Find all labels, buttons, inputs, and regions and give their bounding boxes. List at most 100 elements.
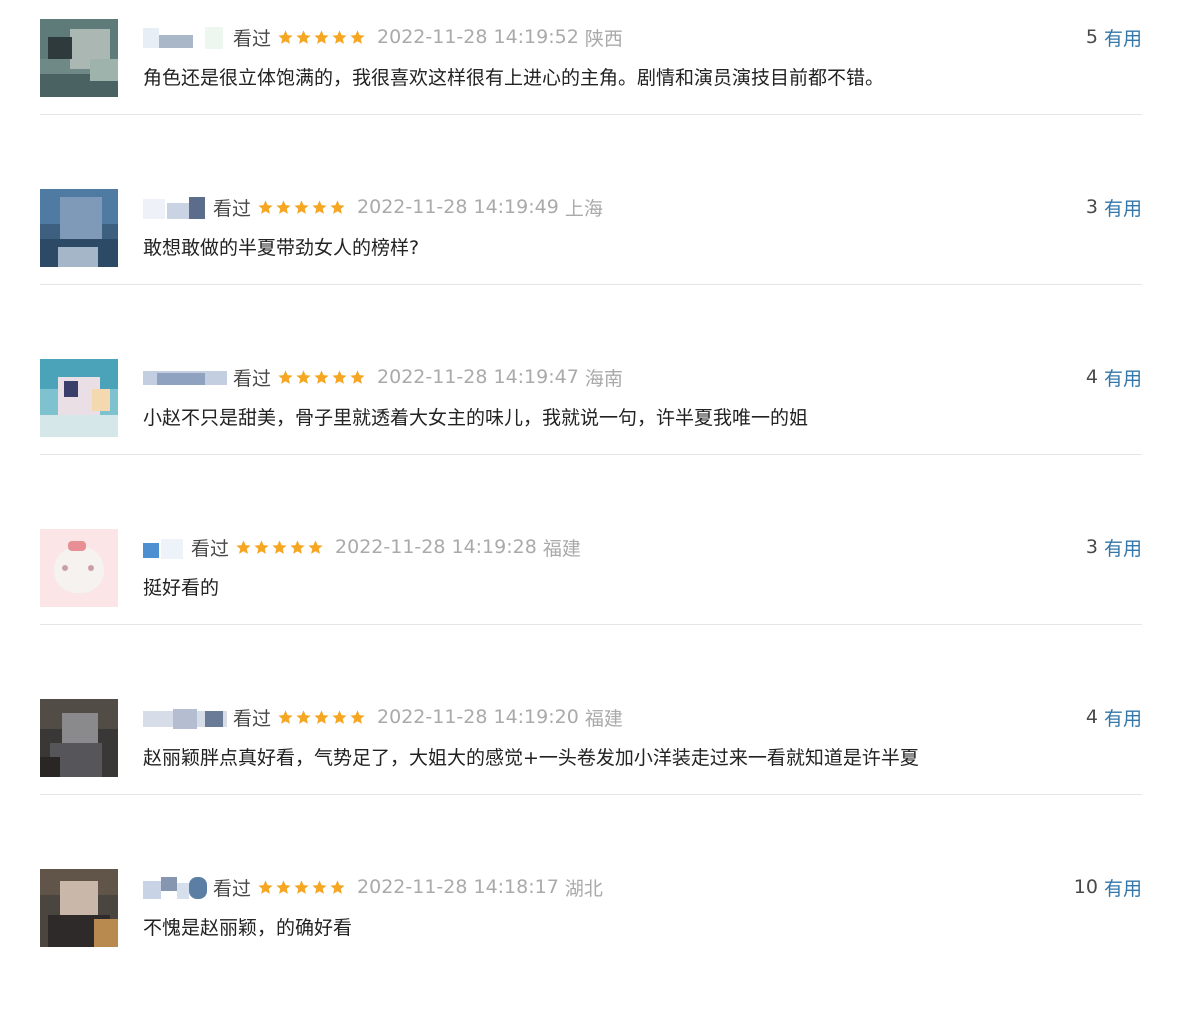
star-icon (307, 539, 324, 556)
votes: 3 有用 (1086, 532, 1142, 562)
useful-button[interactable]: 有用 (1104, 364, 1142, 391)
comment-item: 看过 2022-11-28 14:19:49 上海 3 有用 敢想敢做的半夏带劲… (40, 170, 1142, 340)
rating-stars (257, 879, 347, 896)
avatar[interactable] (40, 699, 118, 777)
star-icon (293, 199, 310, 216)
comment-text: 挺好看的 (143, 577, 220, 599)
star-icon (313, 29, 330, 46)
vote-count: 3 (1085, 196, 1098, 218)
watch-status: 看过 (213, 197, 252, 220)
star-icon (277, 29, 294, 46)
watch-status: 看过 (233, 707, 272, 730)
username[interactable] (143, 535, 185, 559)
comment-text: 不愧是赵丽颖，的确好看 (143, 917, 353, 939)
star-icon (349, 709, 366, 726)
star-icon (349, 369, 366, 386)
star-icon (295, 29, 312, 46)
comment-text: 角色还是很立体饱满的，我很喜欢这样很有上进心的主角。剧情和演员演技目前都不错。 (143, 67, 885, 89)
username[interactable] (143, 25, 227, 49)
star-icon (331, 369, 348, 386)
username[interactable] (143, 195, 207, 219)
divider (40, 454, 1142, 455)
star-icon (289, 539, 306, 556)
comment-meta: 看过 2022-11-28 14:19:28 福建 (143, 532, 581, 562)
star-icon (277, 369, 294, 386)
username[interactable] (143, 705, 227, 729)
comment-time: 2022-11-28 14:19:52 (377, 26, 579, 48)
useful-button[interactable]: 有用 (1104, 24, 1142, 51)
comment-location: 上海 (564, 197, 603, 220)
star-icon (271, 539, 288, 556)
useful-button[interactable]: 有用 (1104, 704, 1142, 731)
vote-count: 4 (1085, 366, 1098, 388)
star-icon (257, 879, 274, 896)
votes: 4 有用 (1086, 702, 1142, 732)
comment-location: 海南 (584, 367, 623, 390)
comment-location: 福建 (584, 707, 623, 730)
comment-location: 陕西 (584, 27, 623, 50)
username[interactable] (143, 365, 227, 389)
avatar[interactable] (40, 19, 118, 97)
star-icon (311, 199, 328, 216)
watch-status: 看过 (191, 537, 230, 560)
comment-item: 看过 2022-11-28 14:19:52 陕西 5 有用 角色还是很立体饱满… (40, 0, 1142, 170)
comment-item: 看过 2022-11-28 14:18:17 湖北 10 有用 不愧是赵丽颖，的… (40, 850, 1142, 1020)
votes: 3 有用 (1086, 192, 1142, 222)
useful-button[interactable]: 有用 (1104, 874, 1142, 901)
vote-count: 3 (1085, 536, 1098, 558)
comment-location: 湖北 (564, 877, 603, 900)
votes: 4 有用 (1086, 362, 1142, 392)
star-icon (311, 879, 328, 896)
username[interactable] (143, 875, 207, 899)
comment-item: 看过 2022-11-28 14:19:47 海南 4 有用 小赵不只是甜美，骨… (40, 340, 1142, 510)
watch-status: 看过 (233, 367, 272, 390)
comment-meta: 看过 2022-11-28 14:19:47 海南 (143, 362, 623, 392)
star-icon (295, 369, 312, 386)
avatar[interactable] (40, 869, 118, 947)
comment-time: 2022-11-28 14:19:49 (357, 196, 559, 218)
star-icon (313, 709, 330, 726)
comment-location: 福建 (542, 537, 581, 560)
useful-button[interactable]: 有用 (1104, 194, 1142, 221)
comment-time: 2022-11-28 14:19:20 (377, 706, 579, 728)
comment-text: 敢想敢做的半夏带劲女人的榜样? (143, 237, 420, 259)
avatar[interactable] (40, 189, 118, 267)
comment-text: 小赵不只是甜美，骨子里就透着大女主的味儿，我就说一句，许半夏我唯一的姐 (143, 407, 809, 429)
rating-stars (277, 29, 367, 46)
comment-meta: 看过 2022-11-28 14:19:20 福建 (143, 702, 623, 732)
rating-stars (277, 369, 367, 386)
comment-time: 2022-11-28 14:19:28 (335, 536, 537, 558)
star-icon (293, 879, 310, 896)
star-icon (313, 369, 330, 386)
divider (40, 284, 1142, 285)
star-icon (275, 199, 292, 216)
rating-stars (257, 199, 347, 216)
useful-button[interactable]: 有用 (1104, 534, 1142, 561)
star-icon (257, 199, 274, 216)
star-icon (331, 29, 348, 46)
avatar[interactable] (40, 359, 118, 437)
star-icon (329, 879, 346, 896)
star-icon (277, 709, 294, 726)
watch-status: 看过 (233, 27, 272, 50)
divider (40, 794, 1142, 795)
comment-item: 看过 2022-11-28 14:19:28 福建 3 有用 挺好看的 (40, 510, 1142, 680)
votes: 10 有用 (1074, 872, 1142, 902)
avatar[interactable] (40, 529, 118, 607)
star-icon (235, 539, 252, 556)
rating-stars (277, 709, 367, 726)
vote-count: 5 (1085, 26, 1098, 48)
star-icon (329, 199, 346, 216)
watch-status: 看过 (213, 877, 252, 900)
comment-meta: 看过 2022-11-28 14:19:52 陕西 (143, 22, 623, 52)
star-icon (349, 29, 366, 46)
comment-meta: 看过 2022-11-28 14:19:49 上海 (143, 192, 603, 222)
comment-meta: 看过 2022-11-28 14:18:17 湖北 (143, 872, 603, 902)
comment-time: 2022-11-28 14:18:17 (357, 876, 559, 898)
comment-time: 2022-11-28 14:19:47 (377, 366, 579, 388)
rating-stars (235, 539, 325, 556)
star-icon (331, 709, 348, 726)
star-icon (275, 879, 292, 896)
vote-count: 4 (1085, 706, 1098, 728)
divider (40, 114, 1142, 115)
